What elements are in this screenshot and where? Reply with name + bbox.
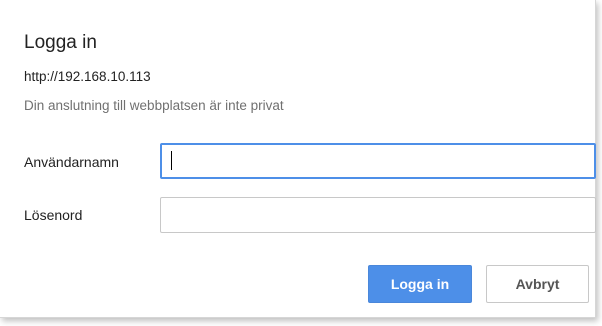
username-input[interactable] (160, 143, 596, 179)
site-url: http://192.168.10.113 (24, 69, 151, 84)
connection-warning: Din anslutning till webbplatsen är inte … (24, 98, 284, 113)
text-cursor (171, 151, 172, 170)
password-label: Lösenord (24, 207, 83, 223)
login-dialog: Logga in http://192.168.10.113 Din anslu… (0, 0, 596, 318)
username-label: Användarnamn (24, 154, 119, 170)
cancel-button[interactable]: Avbryt (486, 265, 589, 303)
dialog-title: Logga in (24, 32, 97, 53)
password-input[interactable] (160, 197, 596, 233)
login-button[interactable]: Logga in (368, 265, 472, 303)
